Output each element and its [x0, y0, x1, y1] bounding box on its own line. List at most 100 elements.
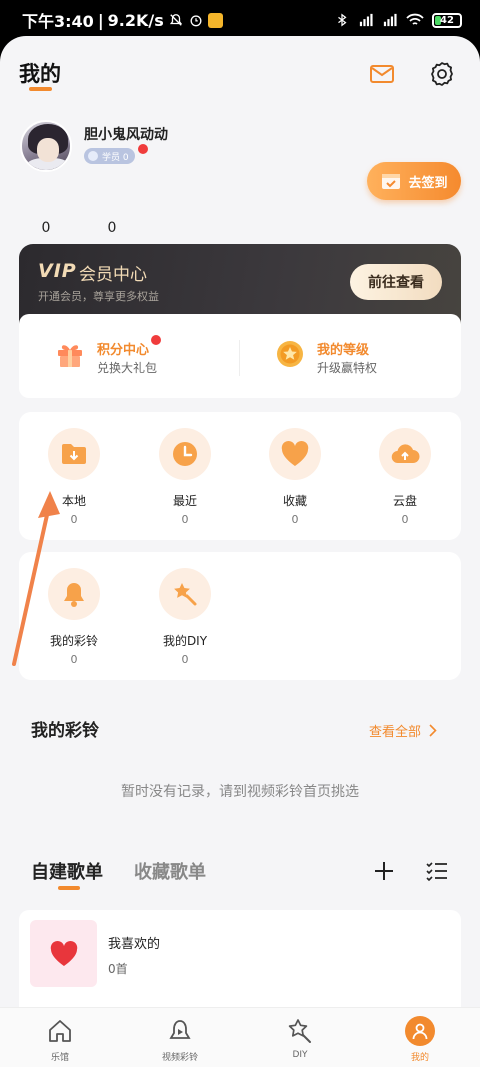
- shortcut-local[interactable]: 本地 0: [39, 428, 109, 526]
- title-underline: [29, 87, 52, 91]
- shortcut-cloud-label: 云盘: [392, 494, 417, 508]
- nav-video-ringtone[interactable]: 视频彩铃: [140, 1016, 220, 1063]
- settings-button[interactable]: [426, 58, 458, 90]
- video-ring-icon: [169, 1020, 191, 1039]
- points-center-subtitle: 兑换大礼包: [97, 361, 158, 375]
- my-level-title: 我的等级: [317, 343, 370, 358]
- alarm-icon: [190, 15, 202, 27]
- bottom-nav: 乐馆 视频彩铃 DIY 我的: [0, 1007, 480, 1067]
- battery-level: 42: [440, 14, 454, 26]
- app-screen: 我的 胆小鬼风动动 学员 0 去签到 0 关注 0: [0, 36, 480, 1067]
- network-speed: 9.2K/s: [107, 10, 164, 30]
- shortcut-recent-count: 0: [181, 513, 189, 526]
- shortcut-favorites-count: 0: [291, 513, 299, 526]
- bluetooth-icon: [338, 13, 347, 27]
- points-center[interactable]: 积分中心 兑换大礼包: [55, 335, 225, 379]
- page-title: 我的: [19, 62, 61, 86]
- points-center-title: 积分中心: [97, 343, 150, 358]
- nav-diy[interactable]: DIY: [260, 1016, 340, 1060]
- home-icon: [49, 1020, 71, 1042]
- page-header: 我的: [0, 36, 480, 106]
- checkin-label: 去签到: [408, 175, 448, 191]
- mute-icon: [169, 14, 182, 26]
- my-level[interactable]: 我的等级 升级赢特权: [275, 339, 445, 379]
- vip-logo: VIP: [38, 260, 77, 282]
- level-star-icon: [277, 341, 303, 367]
- calendar-check-icon: [382, 174, 401, 189]
- status-bar: 下午3:40 | 9.2K/s 42: [0, 0, 480, 40]
- shortcut-my-diy-label: 我的DIY: [162, 634, 208, 648]
- plus-icon: [375, 862, 393, 880]
- signal-2-icon: [383, 13, 397, 27]
- bell-icon: [64, 583, 84, 607]
- library-shortcuts: 本地 0 最近 0 收藏 0 云盘 0: [19, 412, 461, 540]
- manage-playlists-button[interactable]: [424, 858, 450, 884]
- following-count: 0: [41, 220, 51, 236]
- ringtone-empty-text: 暂时没有记录，请到视频彩铃首页挑选: [121, 784, 359, 800]
- shortcut-cloud-count: 0: [401, 513, 409, 526]
- nav-home-label: 乐馆: [50, 1053, 69, 1063]
- playlist-cover: [30, 920, 97, 987]
- add-playlist-button[interactable]: [371, 858, 397, 884]
- shortcut-recent[interactable]: 最近 0: [150, 428, 220, 526]
- shortcut-my-diy-count: 0: [181, 653, 189, 666]
- heart-icon: [281, 441, 309, 466]
- checkin-button[interactable]: 去签到: [367, 162, 461, 200]
- ringtone-shortcuts: 我的彩铃 0 我的DIY 0: [19, 552, 461, 680]
- nav-mine[interactable]: 我的: [380, 1016, 460, 1063]
- shortcut-recent-label: 最近: [172, 494, 197, 508]
- shortcut-local-count: 0: [70, 513, 78, 526]
- tab-self-built-playlists[interactable]: 自建歌单: [31, 858, 103, 884]
- tab-collected-playlists[interactable]: 收藏歌单: [134, 858, 206, 884]
- app-notification-icon: [207, 12, 223, 28]
- shortcut-my-ringtone-count: 0: [70, 653, 78, 666]
- cloud-upload-icon: [391, 444, 420, 464]
- user-icon: [412, 1023, 428, 1040]
- vip-subtitle: 开通会员，尊享更多权益: [38, 290, 159, 303]
- heart-icon: [50, 940, 77, 966]
- vip-view-button[interactable]: 前往查看: [350, 264, 442, 300]
- tab-active-underline: [58, 886, 80, 890]
- followers-count: 0: [107, 220, 117, 236]
- perks-divider: [239, 340, 240, 376]
- wifi-icon: [406, 13, 424, 25]
- see-all-link[interactable]: 查看全部: [369, 721, 437, 740]
- nav-home[interactable]: 乐馆: [20, 1016, 100, 1063]
- playlist-name: 我喜欢的: [108, 937, 161, 952]
- mail-button[interactable]: [366, 58, 398, 90]
- avatar[interactable]: [20, 120, 72, 172]
- shortcut-cloud[interactable]: 云盘 0: [370, 428, 440, 526]
- vip-title: 会员中心: [79, 265, 147, 285]
- shortcut-my-ringtone-label: 我的彩铃: [49, 634, 98, 648]
- diy-star-icon: [288, 1019, 311, 1043]
- points-notification-dot: [151, 335, 161, 345]
- see-all-label: 查看全部: [369, 725, 422, 740]
- chevron-right-icon: [429, 724, 437, 737]
- nav-video-ringtone-label: 视频彩铃: [161, 1053, 198, 1063]
- device-frame: 下午3:40 | 9.2K/s 42 我的 胆小鬼风动动 学员 0 去签到 0 …: [0, 0, 480, 1067]
- shortcut-my-diy[interactable]: 我的DIY 0: [150, 568, 220, 666]
- battery-icon: 42: [432, 12, 462, 28]
- member-badge[interactable]: 学员 0: [84, 148, 135, 164]
- username[interactable]: 胆小鬼风动动: [84, 124, 168, 144]
- badge-notification-dot: [138, 144, 148, 154]
- my-level-subtitle: 升级赢特权: [317, 361, 378, 375]
- mail-icon: [370, 65, 394, 83]
- member-badge-icon: [88, 151, 98, 161]
- gift-icon: [58, 345, 82, 367]
- member-badge-label: 学员 0: [102, 152, 129, 163]
- shortcut-local-label: 本地: [61, 494, 86, 508]
- signal-icon: [359, 13, 373, 27]
- folder-download-icon: [62, 444, 86, 464]
- clock-icon: [173, 442, 197, 466]
- nav-diy-label: DIY: [292, 1050, 308, 1060]
- checklist-icon: [426, 862, 447, 882]
- perks-panel: 积分中心 兑换大礼包 我的等级 升级赢特权: [19, 314, 461, 398]
- shortcut-my-ringtone[interactable]: 我的彩铃 0: [39, 568, 109, 666]
- playlist-count: 0首: [108, 962, 128, 976]
- gear-icon: [431, 62, 453, 86]
- shortcut-favorites-label: 收藏: [282, 494, 307, 508]
- shortcut-favorites[interactable]: 收藏 0: [260, 428, 330, 526]
- star-wand-icon: [174, 583, 197, 606]
- status-time: 下午3:40: [22, 12, 94, 31]
